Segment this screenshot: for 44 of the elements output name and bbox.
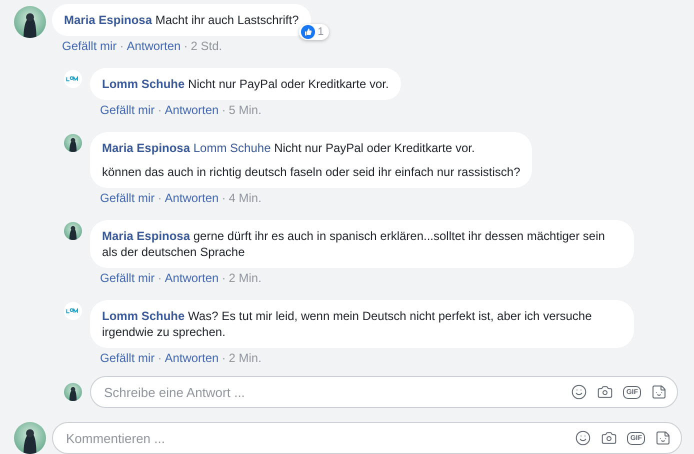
separator-dot: ·	[222, 270, 226, 286]
reply-text: Lomm Schuhe Nicht nur PayPal oder Kreditkarte vor.	[102, 76, 389, 92]
like-link[interactable]: Gefällt mir	[62, 38, 117, 54]
timestamp: 2 Min.	[228, 270, 262, 286]
separator-dot: ·	[158, 270, 162, 286]
user-avatar	[14, 6, 46, 38]
timestamp: 4 Min.	[228, 190, 262, 206]
user-avatar	[64, 383, 82, 401]
reply-link[interactable]: Antworten	[164, 270, 219, 286]
separator-dot: ·	[158, 102, 162, 118]
comment-text: Maria Espinosa Macht ihr auch Lastschrift?	[64, 13, 299, 27]
like-link[interactable]: Gefällt mir	[100, 102, 155, 118]
reply-text: können das auch in richtig deutsch faseln oder seid ihr einfach nur rassistisch?	[102, 164, 520, 180]
user-avatar	[14, 422, 46, 454]
reply-link[interactable]: Antworten	[164, 190, 219, 206]
sticker-icon[interactable]	[651, 384, 667, 400]
reply-text: Maria Espinosa Lomm Schuhe Nicht nur PayPal oder Kreditkarte vor.	[102, 140, 476, 156]
separator-dot: ·	[158, 350, 162, 366]
timestamp: 2 Min.	[228, 350, 262, 366]
like-link[interactable]: Gefällt mir	[100, 350, 155, 366]
reply-link[interactable]: Antworten	[126, 38, 181, 54]
timestamp: 5 Min.	[228, 102, 262, 118]
like-count: 1	[318, 25, 324, 39]
reply-text: Maria Espinosa gerne dürft ihr es auch in spanisch erklären...solltet ihr dessen mächtiger sein als der deutschen Sprache	[102, 228, 606, 260]
separator-dot: ·	[222, 350, 226, 366]
like-link[interactable]: Gefällt mir	[100, 190, 155, 206]
sticker-icon[interactable]	[655, 430, 671, 446]
separator-dot: ·	[222, 102, 226, 118]
reply-link[interactable]: Antworten	[164, 350, 219, 366]
reaction-count[interactable]: 1	[298, 24, 329, 40]
separator-dot: ·	[184, 38, 188, 54]
separator-dot: ·	[158, 190, 162, 206]
reply-text: Lomm Schuhe Was? Es tut mir leid, wenn mein Deutsch nicht perfekt ist, aber ich versuche irgendwie zu sprechen.	[102, 308, 593, 340]
reply-link[interactable]: Antworten	[164, 102, 219, 118]
camera-icon[interactable]	[597, 384, 614, 400]
camera-icon[interactable]	[601, 430, 618, 446]
emoji-icon[interactable]	[575, 430, 592, 446]
like-link[interactable]: Gefällt mir	[100, 270, 155, 286]
timestamp: 2 Std.	[190, 38, 222, 54]
separator-dot: ·	[222, 190, 226, 206]
user-avatar	[64, 134, 82, 152]
separator-dot: ·	[120, 38, 124, 54]
user-avatar	[64, 222, 82, 240]
emoji-icon[interactable]	[571, 384, 588, 400]
